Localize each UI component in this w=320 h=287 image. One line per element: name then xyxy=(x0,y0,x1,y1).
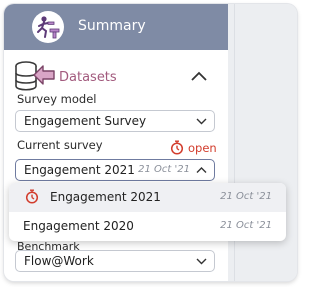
benchmark-value: Flow@Work xyxy=(24,254,94,268)
dropdown-option[interactable]: Engagement 2021 21 Oct '21 xyxy=(9,183,286,212)
current-survey-value: Engagement 2021 xyxy=(24,163,135,177)
datasets-section-header[interactable]: Datasets xyxy=(4,60,228,94)
dropdown-option[interactable]: Engagement 2020 21 Oct '21 xyxy=(9,212,286,241)
current-survey-select[interactable]: Engagement 2021 21 Oct '21 xyxy=(15,159,215,181)
benchmark-select[interactable]: Flow@Work xyxy=(15,250,215,272)
current-survey-label: Current survey xyxy=(17,138,103,152)
datasets-label: Datasets xyxy=(59,70,117,85)
chevron-down-icon xyxy=(196,118,207,125)
stopwatch-icon xyxy=(170,140,184,155)
option-date: 21 Oct '21 xyxy=(220,191,272,202)
chevron-down-icon xyxy=(196,258,207,265)
chevron-up-icon[interactable] xyxy=(190,70,208,82)
option-name: Engagement 2020 xyxy=(23,219,134,233)
option-name: Engagement 2021 xyxy=(50,190,161,204)
chevron-up-icon xyxy=(196,167,207,173)
survey-model-label: Survey model xyxy=(17,92,97,106)
option-date: 21 Oct '21 xyxy=(220,220,272,231)
summary-title: Summary xyxy=(78,18,146,34)
survey-dropdown-menu: Engagement 2021 21 Oct '21 Engagement 20… xyxy=(9,183,286,241)
survey-model-value: Engagement Survey xyxy=(24,114,147,128)
current-survey-date: 21 Oct '21 xyxy=(138,164,190,175)
summary-header[interactable]: Summary xyxy=(4,4,228,50)
database-arrow-icon xyxy=(15,61,55,91)
stopwatch-icon xyxy=(25,189,39,204)
status-text: open xyxy=(188,140,217,155)
survey-model-select[interactable]: Engagement Survey xyxy=(15,110,215,132)
status-badge: open xyxy=(170,140,217,155)
person-hurdles-icon xyxy=(32,11,64,43)
